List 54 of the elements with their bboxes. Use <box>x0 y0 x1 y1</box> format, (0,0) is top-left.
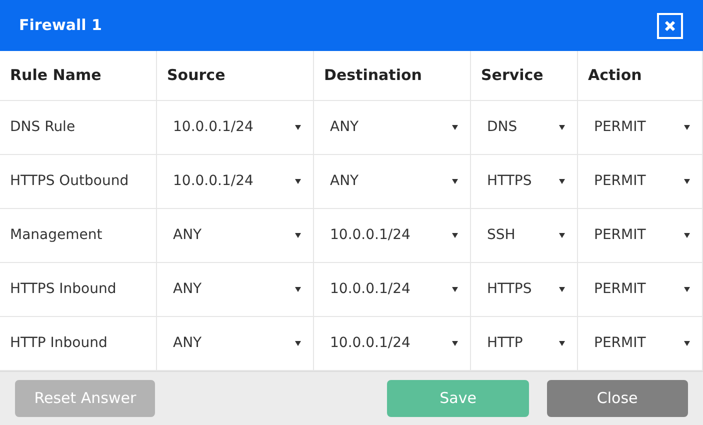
dropdown[interactable]: 10.0.0.1/24 <box>163 112 307 142</box>
dropdown[interactable]: PERMIT <box>584 166 696 196</box>
dropdown[interactable]: ANY <box>163 328 307 358</box>
dropdown[interactable]: 10.0.0.1/24 <box>163 166 307 196</box>
caret-icon <box>295 341 301 346</box>
dropdown[interactable]: 10.0.0.1/24 <box>320 328 464 358</box>
dropdown[interactable]: PERMIT <box>584 274 696 304</box>
caret-icon <box>452 341 458 346</box>
caret-icon <box>295 125 301 130</box>
caret-icon <box>295 287 301 292</box>
window-title: Firewall 1 <box>19 15 102 36</box>
dropdown[interactable]: PERMIT <box>584 220 696 250</box>
rule-name: HTTP Inbound <box>10 334 108 353</box>
rule-name: DNS Rule <box>10 118 76 137</box>
caret-icon <box>559 179 565 184</box>
dropdown[interactable]: HTTPS <box>477 274 571 304</box>
dropdown[interactable]: HTTP <box>477 328 571 358</box>
column-header: Source <box>167 65 226 86</box>
column-header: Rule Name <box>10 65 102 86</box>
dropdown[interactable]: PERMIT <box>584 328 696 358</box>
caret-icon <box>684 125 690 130</box>
dropdown[interactable]: 10.0.0.1/24 <box>320 220 464 250</box>
dropdown[interactable]: DNS <box>477 112 571 142</box>
caret-icon <box>452 287 458 292</box>
caret-icon <box>684 179 690 184</box>
caret-icon <box>559 233 565 238</box>
caret-icon <box>295 233 301 238</box>
caret-icon <box>559 341 565 346</box>
dropdown[interactable]: 10.0.0.1/24 <box>320 274 464 304</box>
dropdown[interactable]: HTTPS <box>477 166 571 196</box>
close-icon <box>664 20 676 32</box>
dropdown[interactable]: ANY <box>163 274 307 304</box>
caret-icon <box>559 287 565 292</box>
rule-name: Management <box>10 226 102 245</box>
dropdown[interactable]: SSH <box>477 220 571 250</box>
caret-icon <box>452 125 458 130</box>
close-button[interactable] <box>657 12 683 38</box>
caret-icon <box>559 125 565 130</box>
column-header: Action <box>588 65 642 86</box>
rule-name: HTTPS Inbound <box>10 280 116 299</box>
close-button[interactable]: Close <box>546 380 688 417</box>
caret-icon <box>452 233 458 238</box>
dropdown[interactable]: ANY <box>320 112 464 142</box>
column-header: Service <box>481 65 544 86</box>
rule-name: HTTPS Outbound <box>10 172 129 191</box>
caret-icon <box>452 179 458 184</box>
dropdown[interactable]: ANY <box>163 220 307 250</box>
dropdown[interactable]: ANY <box>320 166 464 196</box>
caret-icon <box>684 341 690 346</box>
column-header: Destination <box>324 65 422 86</box>
caret-icon <box>295 179 301 184</box>
caret-icon <box>684 233 690 238</box>
caret-icon <box>684 287 690 292</box>
dropdown[interactable]: PERMIT <box>584 112 696 142</box>
